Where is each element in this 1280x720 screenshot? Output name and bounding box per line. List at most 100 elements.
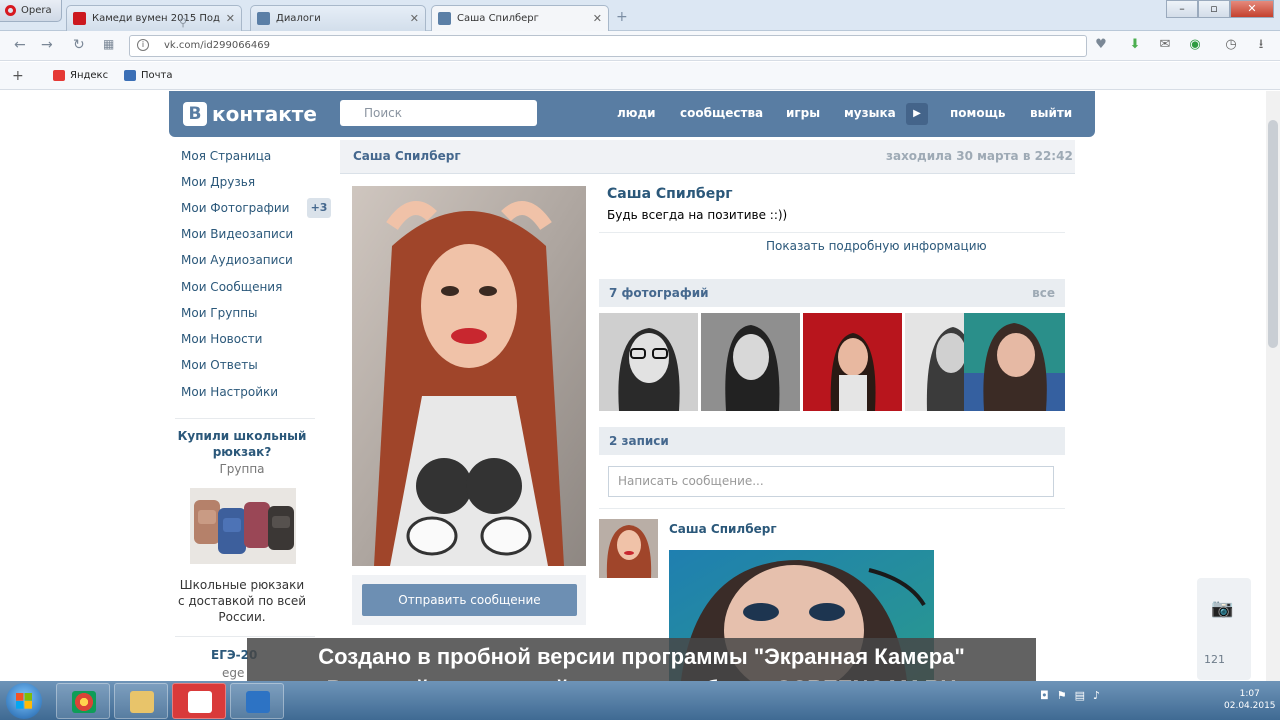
menu-my-page[interactable]: Моя Страница bbox=[181, 149, 271, 163]
divider bbox=[175, 418, 315, 419]
divider bbox=[175, 636, 315, 637]
tab-close-icon[interactable]: ✕ bbox=[410, 12, 419, 25]
forward-icon[interactable]: → bbox=[41, 37, 53, 53]
search-icon: ⚲ bbox=[179, 16, 188, 29]
ad-title[interactable]: Купили школьный рюкзак? bbox=[175, 428, 309, 460]
taskbar-screencam[interactable] bbox=[230, 683, 284, 719]
nav-people[interactable]: люди bbox=[617, 106, 656, 120]
opera-menu-button[interactable]: Opera bbox=[0, 0, 62, 22]
window-controls: – ▫ ✕ bbox=[1166, 0, 1274, 18]
photo-thumb[interactable] bbox=[964, 313, 1065, 411]
menu-my-videos[interactable]: Мои Видеозаписи bbox=[181, 227, 293, 241]
tab-close-icon[interactable]: ✕ bbox=[226, 12, 235, 25]
tab-title: Диалоги bbox=[276, 13, 321, 24]
downloads-menu-icon[interactable]: ⭳ bbox=[1252, 36, 1270, 54]
tab-close-icon[interactable]: ✕ bbox=[593, 12, 602, 25]
vk-logo-icon: В bbox=[183, 102, 207, 126]
nav-games[interactable]: игры bbox=[786, 106, 820, 120]
ad2-sub: ege bbox=[222, 666, 245, 680]
photo-thumb[interactable] bbox=[701, 313, 800, 411]
play-icon[interactable]: ▶ bbox=[906, 103, 928, 125]
profile-avatar[interactable] bbox=[352, 186, 586, 566]
close-window-icon[interactable]: ✕ bbox=[1230, 0, 1274, 18]
scrollbar-thumb[interactable] bbox=[1268, 120, 1278, 348]
tab-profile[interactable]: Саша Спилберг ✕ bbox=[431, 5, 609, 31]
search-input[interactable]: Поиск bbox=[340, 100, 537, 126]
vk-favicon-icon bbox=[438, 12, 451, 25]
photos-title[interactable]: 7 фотографий bbox=[609, 286, 709, 300]
taskbar-opera[interactable] bbox=[172, 683, 226, 719]
send-message-button[interactable]: Отправить сообщение bbox=[362, 584, 577, 616]
photos-all-link[interactable]: все bbox=[1032, 286, 1055, 300]
photo-thumb[interactable] bbox=[803, 313, 902, 411]
taskbar-explorer[interactable] bbox=[114, 683, 168, 719]
tray-volume-icon[interactable]: ♪ bbox=[1093, 689, 1100, 702]
download-icon[interactable]: ⬇ bbox=[1126, 36, 1144, 54]
nav-music[interactable]: музыка bbox=[844, 106, 896, 120]
menu-my-friends[interactable]: Мои Друзья bbox=[181, 175, 255, 189]
camera-icon[interactable]: 📷 bbox=[1211, 598, 1233, 619]
show-more-info-link[interactable]: Показать подробную информацию bbox=[766, 239, 987, 253]
menu-my-answers[interactable]: Мои Ответы bbox=[181, 358, 258, 372]
menu-my-news[interactable]: Мои Новости bbox=[181, 332, 262, 346]
history-icon[interactable]: ◷ bbox=[1222, 36, 1240, 54]
tab-title: Камеди вумен 2015 Под bbox=[92, 13, 220, 24]
vk-logo[interactable]: В контакте bbox=[183, 102, 317, 126]
windows-logo-icon bbox=[16, 693, 32, 709]
folder-icon bbox=[130, 691, 154, 713]
nav-logout[interactable]: выйти bbox=[1030, 106, 1072, 120]
extension-icon[interactable]: ◉ bbox=[1186, 36, 1204, 54]
watermark-line-1: Создано в пробной версии программы "Экра… bbox=[318, 644, 965, 669]
back-icon[interactable]: ← bbox=[14, 37, 26, 53]
profile-status[interactable]: Будь всегда на позитиве ::)) bbox=[607, 208, 787, 222]
maximize-icon[interactable]: ▫ bbox=[1198, 0, 1230, 18]
add-bookmark-icon[interactable]: + bbox=[12, 68, 24, 84]
taskbar-chrome[interactable] bbox=[56, 683, 110, 719]
system-tray: ◘ ⚑ ▤ ♪ bbox=[1040, 689, 1100, 702]
menu-my-settings[interactable]: Мои Настройки bbox=[181, 385, 278, 399]
minimize-icon[interactable]: – bbox=[1166, 0, 1198, 18]
post-author-avatar[interactable] bbox=[599, 519, 658, 578]
wall-title[interactable]: 2 записи bbox=[609, 434, 669, 448]
tray-chat-icon[interactable]: ◘ bbox=[1040, 689, 1049, 702]
clock-time: 1:07 bbox=[1239, 689, 1260, 699]
taskbar-clock[interactable]: 1:07 02.04.2015 bbox=[1224, 688, 1276, 712]
photos-block-header[interactable]: 7 фотографий все bbox=[599, 279, 1065, 307]
tab-title: Саша Спилберг bbox=[457, 13, 539, 24]
menu-my-photos[interactable]: Мои Фотографии bbox=[181, 201, 289, 215]
menu-my-groups[interactable]: Мои Группы bbox=[181, 306, 258, 320]
photos-badge[interactable]: +3 bbox=[307, 198, 331, 218]
menu-my-audio[interactable]: Мои Аудиозаписи bbox=[181, 253, 293, 267]
url-field[interactable]: vk.com/id299066469 bbox=[129, 35, 1087, 57]
heart-icon[interactable]: ♥ bbox=[1092, 36, 1110, 54]
opera-label: Opera bbox=[21, 5, 52, 16]
wall-post-input[interactable]: Написать сообщение... bbox=[608, 466, 1054, 497]
post-author-name[interactable]: Саша Спилберг bbox=[669, 522, 777, 536]
nav-communities[interactable]: сообщества bbox=[680, 106, 763, 120]
speed-dial-icon[interactable]: ▦ bbox=[103, 37, 114, 51]
opera-icon bbox=[188, 691, 212, 713]
yandex-icon bbox=[53, 70, 65, 81]
clock-date: 02.04.2015 bbox=[1224, 701, 1276, 711]
tray-flag-icon[interactable]: ⚑ bbox=[1057, 689, 1067, 702]
wall-block-header[interactable]: 2 записи bbox=[599, 427, 1065, 455]
nav-help[interactable]: помощь bbox=[950, 106, 1005, 120]
start-button[interactable] bbox=[6, 683, 42, 719]
chat-icon[interactable]: ✉ bbox=[1156, 36, 1174, 54]
tray-network-icon[interactable]: ▤ bbox=[1075, 689, 1085, 702]
reload-icon[interactable]: ↻ bbox=[73, 37, 85, 53]
vk-header: В контакте Поиск люди сообщества игры му… bbox=[169, 91, 1095, 137]
tab-comedy[interactable]: Камеди вумен 2015 Под ✕ bbox=[66, 5, 242, 31]
photo-widget[interactable]: 📷 121 bbox=[1197, 578, 1251, 680]
site-info-icon[interactable]: i bbox=[137, 39, 149, 51]
ad-image[interactable] bbox=[190, 488, 296, 564]
bookmark-mail[interactable]: Почта bbox=[124, 70, 173, 81]
chrome-icon bbox=[72, 691, 96, 713]
photo-thumb[interactable] bbox=[599, 313, 698, 411]
tab-dialogs[interactable]: Диалоги ✕ bbox=[250, 5, 426, 31]
menu-my-messages[interactable]: Мои Сообщения bbox=[181, 280, 282, 294]
bookmark-label: Яндекс bbox=[70, 70, 109, 81]
new-tab-icon[interactable]: + bbox=[616, 9, 628, 25]
bookmarks-bar: + Яндекс Почта bbox=[0, 62, 1280, 90]
bookmark-yandex[interactable]: Яндекс bbox=[53, 70, 108, 81]
